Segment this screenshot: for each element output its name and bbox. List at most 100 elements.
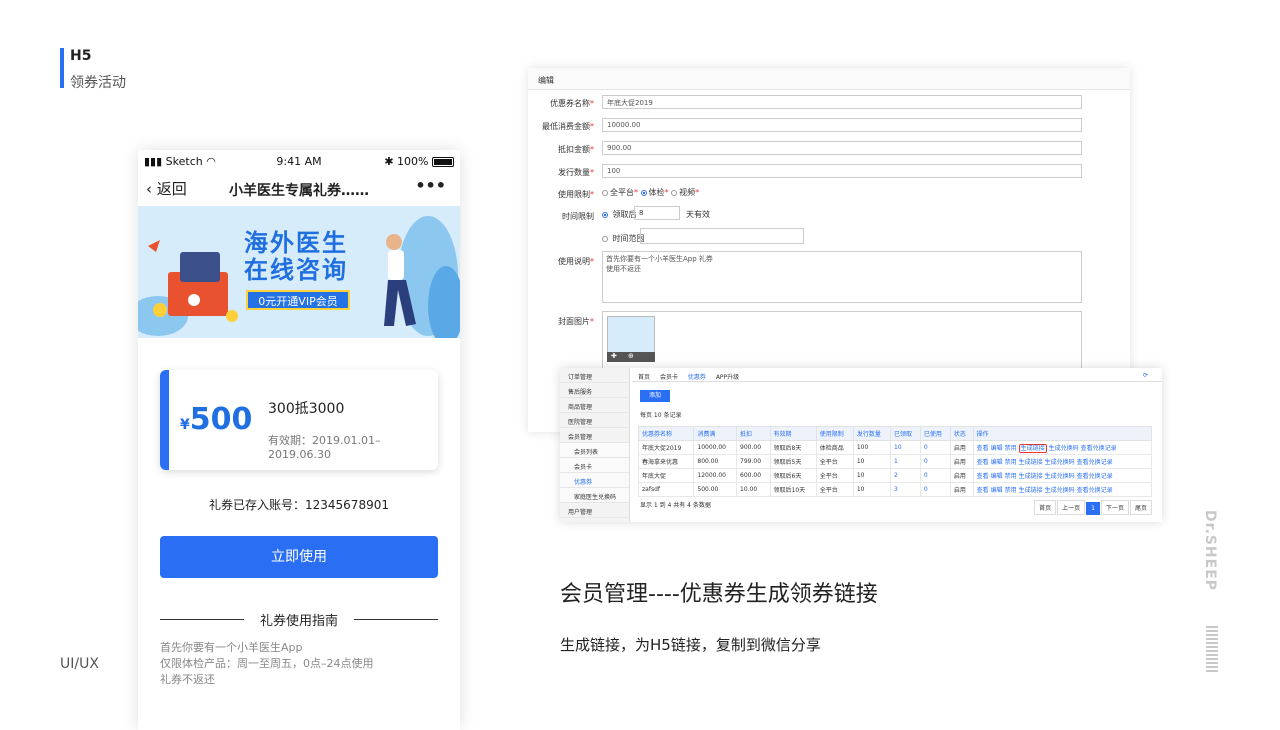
row-action-link[interactable]: 生成链接 [1019, 459, 1043, 466]
tab-home[interactable]: 首页 [638, 374, 650, 381]
sidebar-item[interactable]: 商品管理 [560, 398, 629, 413]
discount-input[interactable]: 900.00 [602, 141, 1082, 155]
row-action-link[interactable]: 查看兑换记录 [1077, 487, 1113, 494]
days-input[interactable]: 8 [634, 206, 680, 220]
table-row[interactable]: zafsdf 500.00 10.00 领取后10天 全平台 10 3 0 启用 查看 编辑 禁用 生成… [637, 482, 1153, 497]
row-action-link[interactable]: 编辑 [991, 473, 1003, 480]
column-header[interactable]: 抵扣 [736, 426, 771, 441]
table-row[interactable]: 年底大促2019 10000.00 900.00 领取后8天 体检商品 100 10 0 启用查… [637, 440, 1153, 455]
sidebar-item[interactable]: 优惠券 [560, 473, 629, 488]
sidebar-item[interactable]: 会员列表 [560, 443, 629, 458]
pager-button[interactable]: 尾页 [1129, 500, 1152, 515]
table-cell: 全平台 [815, 482, 854, 497]
tab-app-upgrade[interactable]: APP升级 [716, 374, 739, 381]
row-action-link[interactable]: 查看 [977, 487, 989, 494]
pager-button[interactable]: 上一页 [1057, 500, 1086, 515]
radio-all[interactable] [602, 189, 608, 196]
sidebar-item[interactable]: 会员管理 [560, 428, 629, 443]
table-cell: 10 [852, 468, 891, 483]
promo-banner[interactable]: 海外医生 在线咨询 0元开通VIP会员 [138, 206, 460, 338]
guide-heading: 礼券使用指南 [160, 610, 438, 629]
row-action-link[interactable]: 生成兑换码 [1049, 445, 1079, 452]
row-action-link[interactable]: 禁用 [1005, 473, 1017, 480]
column-header[interactable]: 使用限制 [815, 426, 854, 441]
more-dots-icon[interactable]: ••• [415, 176, 446, 195]
vip-badge[interactable]: 0元开通VIP会员 [246, 290, 350, 310]
table-cell: 800.00 [693, 454, 738, 469]
row-action-link[interactable]: 编辑 [991, 459, 1003, 466]
radio-after-claim[interactable] [602, 211, 608, 218]
tab-member-card[interactable]: 会员卡 [660, 374, 678, 381]
row-action-link[interactable]: 禁用 [1005, 487, 1017, 494]
radio-checkup[interactable] [640, 189, 647, 196]
tab-coupon[interactable]: 优惠券 [688, 374, 706, 381]
row-action-link[interactable]: 查看 [977, 445, 989, 452]
column-header[interactable]: 已使用 [919, 426, 951, 441]
column-header[interactable]: 操作 [972, 426, 1153, 441]
section-accent-bar [60, 48, 64, 88]
sidebar-item[interactable]: 用户管理 [560, 503, 629, 518]
min-amount-input[interactable]: 10000.00 [602, 118, 1082, 132]
row-action-link[interactable]: 查看 [977, 459, 989, 466]
banner-title-line2: 在线咨询 [244, 256, 348, 284]
table-cell: 启用 [949, 440, 974, 455]
row-action-link[interactable]: 查看 [977, 473, 989, 480]
row-action-link[interactable]: 生成兑换码 [1045, 473, 1075, 480]
coupon-edge [160, 370, 169, 470]
pager-button[interactable]: 首页 [1034, 500, 1057, 515]
coupon-card[interactable]: ¥500 300抵3000 有效期：2019.01.01–2019.06.30 [160, 370, 438, 470]
table-row[interactable]: 年底大促 12000.00 600.00 领取后6天 全平台 10 2 0 启用 查看 编辑 禁用 生成… [637, 468, 1153, 483]
row-action-link[interactable]: 生成兑换码 [1045, 487, 1075, 494]
row-action-link[interactable]: 编辑 [991, 487, 1003, 494]
radio-date-range[interactable] [602, 235, 608, 242]
date-range-input[interactable] [640, 228, 804, 244]
account-text: 礼券已存入账号：12345678901 [209, 498, 389, 512]
phone-mockup: ▮▮▮ Sketch ◠ 9:41 AM ✱ 100% ‹ 返回 小羊医生专属礼… [138, 150, 460, 730]
add-button[interactable]: 添加 [640, 390, 670, 402]
description-textarea[interactable] [602, 251, 1082, 303]
sidebar-item[interactable]: 会员卡 [560, 458, 629, 473]
coupon-table: 优惠券名称 消费满 抵扣 有效期 使用限制 发行数量 已领取 已使用 状态 操作 年底大促2019… [637, 426, 1153, 497]
quantity-input[interactable]: 100 [602, 164, 1082, 178]
refresh-icon[interactable]: ⟳ [1143, 372, 1148, 379]
plus-icon[interactable]: ✚ [611, 352, 617, 360]
field-label: 时间限制 [562, 212, 594, 221]
pager-button[interactable]: 下一页 [1100, 500, 1129, 515]
zoom-icon[interactable]: ⊕ [628, 352, 634, 360]
row-action-link[interactable]: 生成链接 [1019, 473, 1043, 480]
sidebar-item[interactable]: 医院管理 [560, 413, 629, 428]
row-action-link[interactable]: 查看兑换记录 [1077, 459, 1113, 466]
coupon-list-panel: 订单管理 售后服务 商品管理 医院管理 会员管理 会员列表 会员卡 优惠券 家庭医生兑换码 用户管… [560, 368, 1162, 522]
pager-button[interactable]: 1 [1086, 502, 1100, 515]
row-action-link[interactable]: 禁用 [1005, 445, 1017, 452]
row-action-link[interactable]: 生成链接 [1018, 444, 1047, 453]
sidebar-item[interactable]: 订单管理 [560, 368, 629, 383]
table-row[interactable]: 春海拿来优惠 800.00 799.00 领取后5天 全平台 10 1 0 启用 查看 编辑 禁用 生成… [637, 454, 1153, 469]
row-action-link[interactable]: 生成兑换码 [1045, 459, 1075, 466]
radio-video[interactable] [671, 189, 678, 196]
row-action-link[interactable]: 生成链接 [1019, 487, 1043, 494]
sidebar-item[interactable]: 家庭医生兑换码 [560, 488, 629, 503]
per-page-select[interactable]: 每页 10 条记录 [640, 410, 681, 419]
column-header[interactable]: 发行数量 [852, 426, 891, 441]
row-action-link[interactable]: 编辑 [991, 445, 1003, 452]
column-header[interactable]: 消费满 [693, 426, 738, 441]
column-header[interactable]: 已领取 [889, 426, 921, 441]
table-cell: 0 [919, 454, 951, 469]
sidebar-item[interactable]: 售后服务 [560, 383, 629, 398]
table-cell: 799.00 [736, 454, 771, 469]
cover-upload-area[interactable]: ✚ ⊕ [602, 311, 1082, 371]
section-title: H5 [70, 48, 92, 64]
column-header[interactable]: 状态 [949, 426, 974, 441]
table-cell: 10 [889, 440, 921, 455]
coupon-name-input[interactable]: 年底大促2019 [602, 95, 1082, 109]
row-action-link[interactable]: 查看兑换记录 [1077, 473, 1113, 480]
table-cell: 2 [889, 468, 921, 483]
column-header[interactable]: 优惠券名称 [637, 426, 695, 441]
row-action-link[interactable]: 查看兑换记录 [1081, 445, 1117, 452]
column-header[interactable]: 有效期 [769, 426, 817, 441]
table-cell: 500.00 [693, 482, 738, 497]
row-action-link[interactable]: 禁用 [1005, 459, 1017, 466]
use-now-button[interactable]: 立即使用 [160, 536, 438, 578]
table-cell: 10 [852, 482, 891, 497]
